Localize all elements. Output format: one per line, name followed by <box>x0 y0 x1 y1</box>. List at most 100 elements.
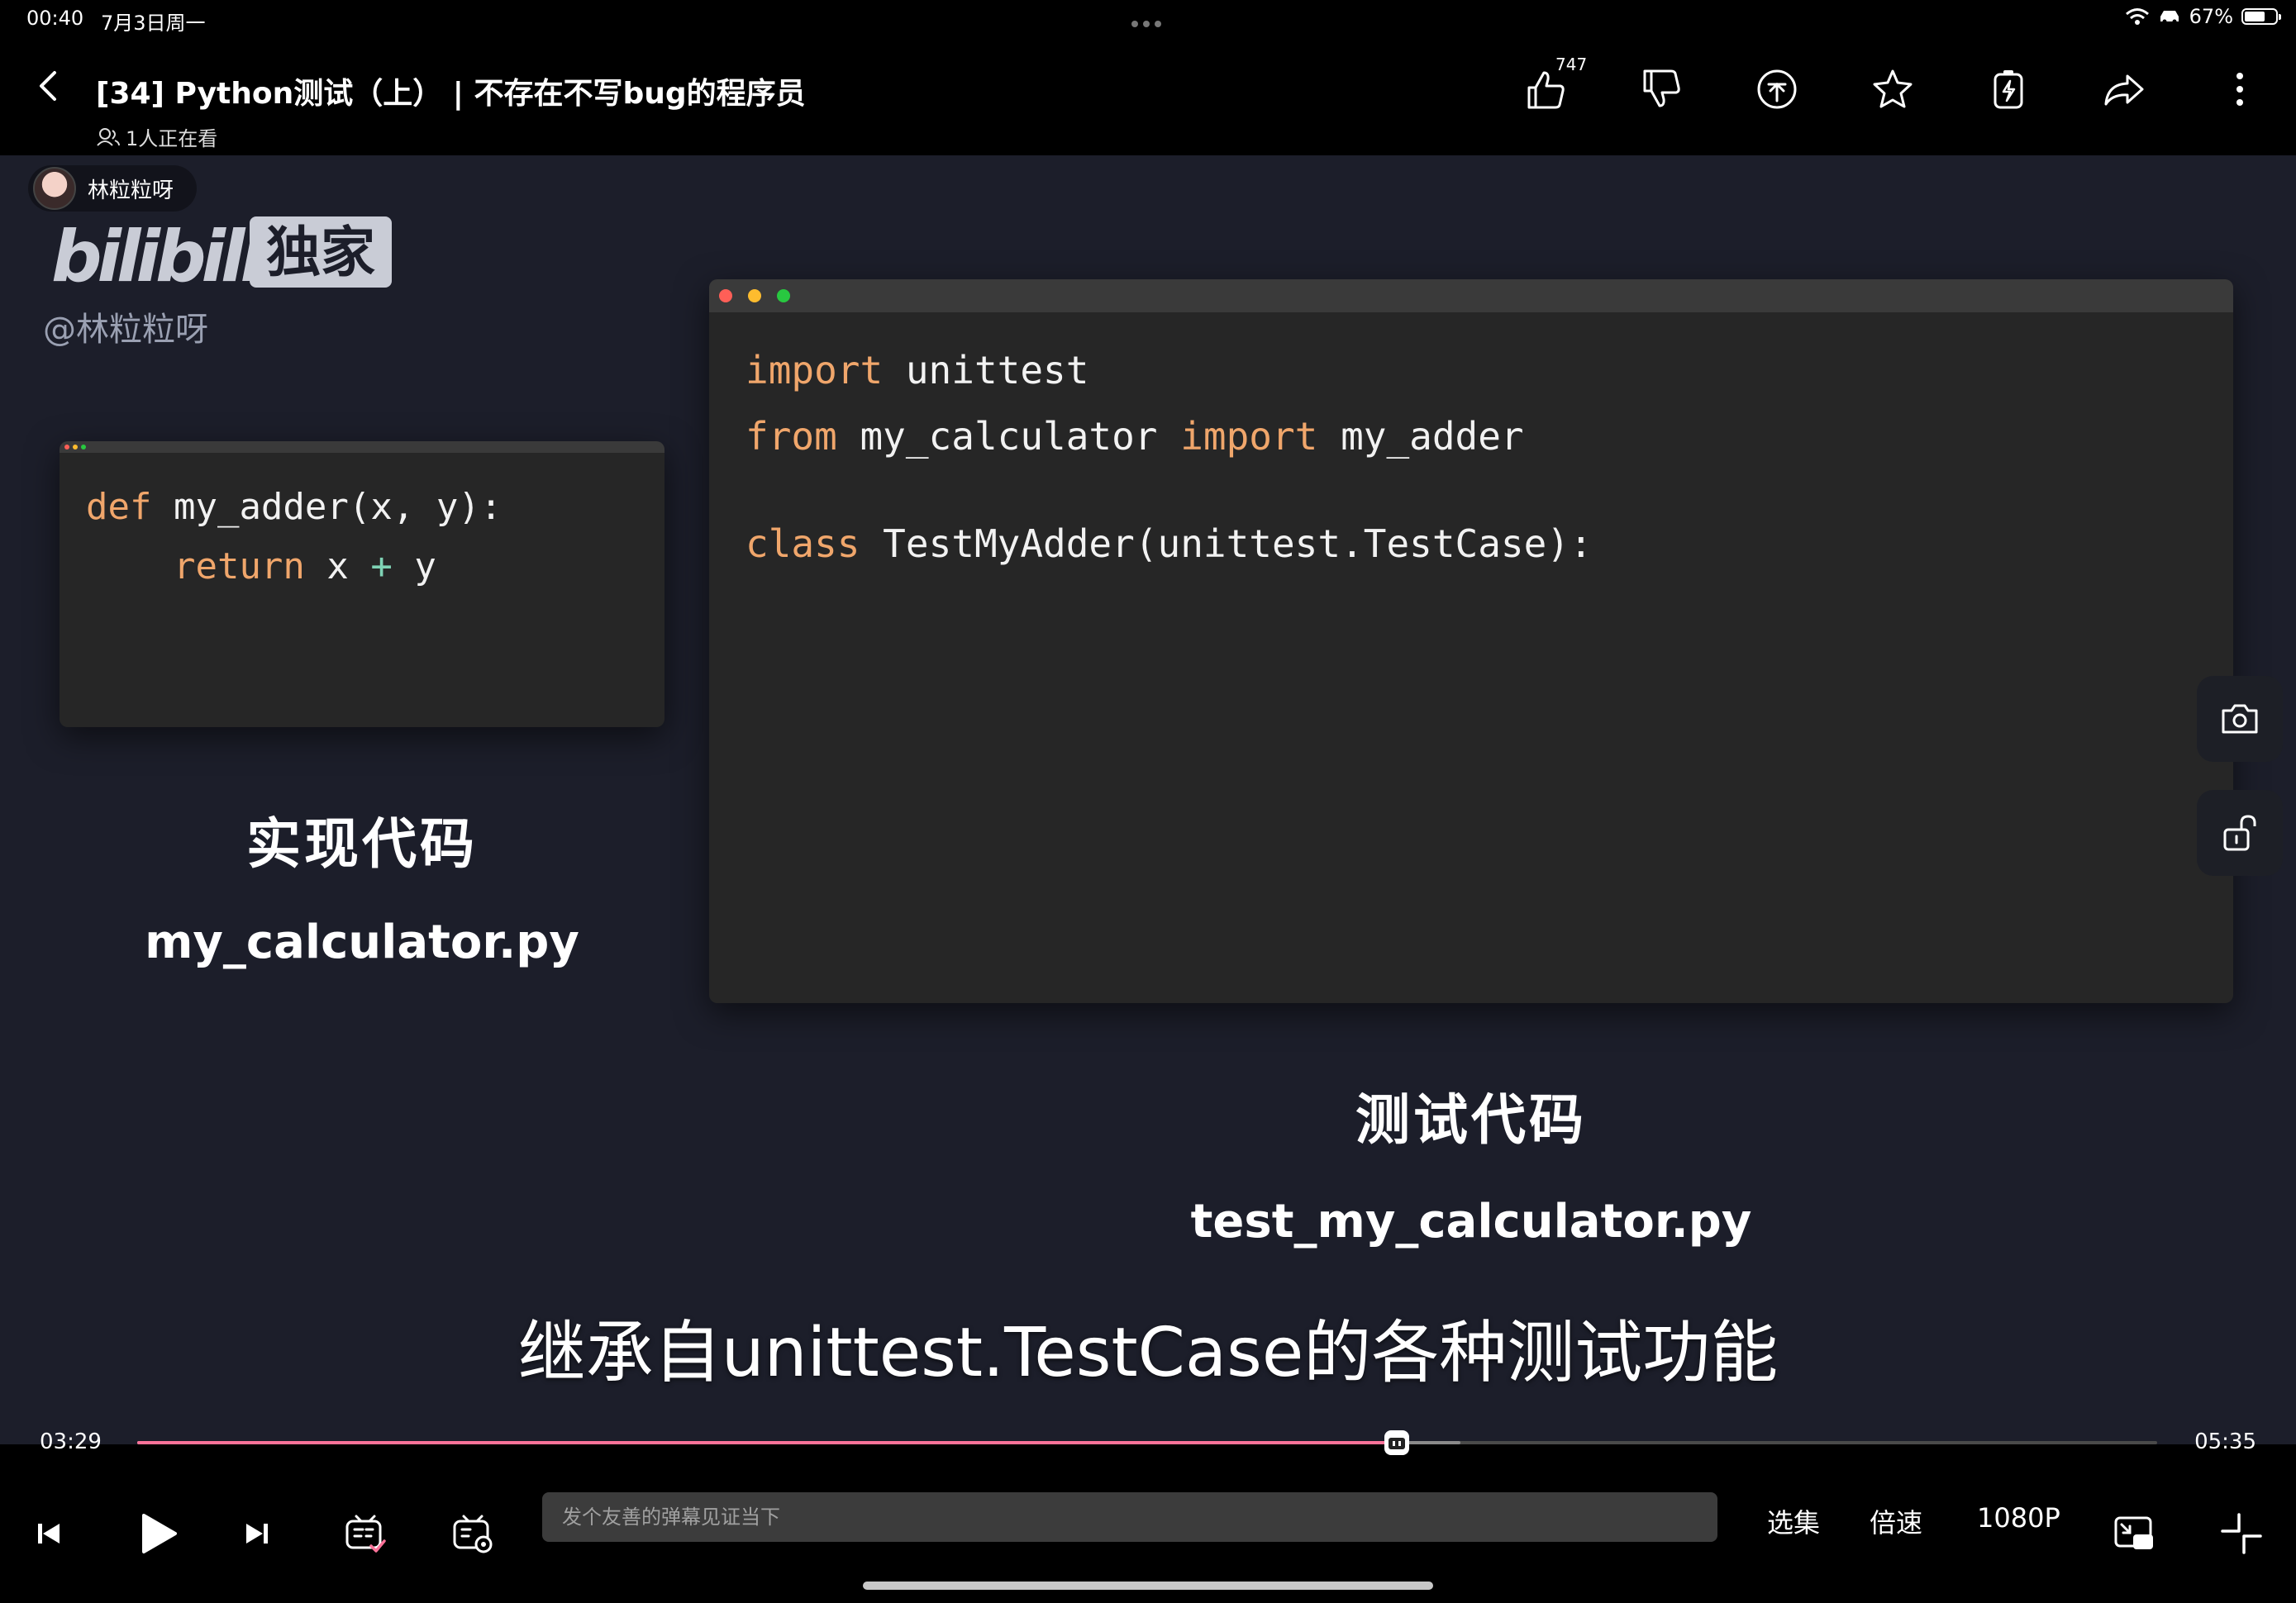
danmaku-toggle-button[interactable] <box>339 1507 392 1560</box>
bilibili-logo-text: bilibili <box>51 216 266 296</box>
quality-button[interactable]: 1080P <box>1977 1502 2060 1534</box>
charge-icon <box>1994 70 2023 109</box>
code-keyword: def <box>86 486 152 528</box>
code-keyword: import <box>1180 414 1318 459</box>
code-text: y <box>392 545 436 587</box>
coin-icon <box>1757 69 1797 109</box>
dislike-button[interactable] <box>1631 59 1691 119</box>
current-time: 03:29 <box>40 1429 102 1454</box>
dislike-icon <box>1643 69 1680 107</box>
speed-button[interactable]: 倍速 <box>1870 1502 1922 1540</box>
danmaku-on-icon <box>345 1515 386 1553</box>
code-line: def my_adder(x, y): <box>86 478 502 537</box>
video-subtitle: 继承自unittest.TestCase的各种测试功能 <box>517 1314 1779 1392</box>
code-line: import unittest <box>745 337 1593 403</box>
skip-previous-icon <box>38 1524 60 1544</box>
progress-thumb[interactable] <box>1384 1430 1409 1455</box>
code-text: x <box>304 545 371 587</box>
player-controls: 选集 倍速 1080P <box>0 1479 2296 1603</box>
battery-percent: 67% <box>2189 5 2233 28</box>
uploader-name: 林粒粒呀 <box>88 178 174 203</box>
home-indicator[interactable] <box>863 1582 1433 1590</box>
code-text: my_adder(x, y): <box>151 486 503 528</box>
lock-icon <box>2223 815 2256 851</box>
code-window-left: def my_adder(x, y): return x + y <box>60 441 665 727</box>
window-titlebar <box>709 279 2233 312</box>
avatar <box>33 167 76 210</box>
more-button[interactable] <box>2210 59 2270 119</box>
lock-screen-button[interactable] <box>2197 790 2283 876</box>
implementation-heading: 实现代码 <box>246 812 478 876</box>
share-button[interactable] <box>2094 59 2154 119</box>
exclusive-badge-text: 独家 <box>266 221 375 284</box>
viewers-count: 1人正在看 <box>96 122 217 151</box>
implementation-filename: my_calculator.py <box>145 916 579 969</box>
video-title: [34] Python测试（上） | 不存在不写bug的程序员 <box>96 77 806 111</box>
code-text: my_adder <box>1317 414 1524 459</box>
code-line: from my_calculator import my_adder <box>745 403 1593 469</box>
zoom-dot-icon <box>81 445 86 450</box>
screenshot-button[interactable] <box>2197 676 2283 762</box>
tv-thumb-icon <box>1388 1438 1405 1449</box>
code-block-left: def my_adder(x, y): return x + y <box>86 478 502 597</box>
test-filename: test_my_calculator.py <box>1190 1195 1752 1249</box>
episodes-button[interactable]: 选集 <box>1767 1502 1820 1540</box>
favorite-button[interactable] <box>1863 59 1922 119</box>
progress-area: 03:29 05:35 <box>0 1405 2296 1479</box>
back-button[interactable] <box>26 63 73 109</box>
coin-button[interactable] <box>1747 59 1807 119</box>
code-line: class TestMyAdder(unittest.TestCase): <box>745 511 1593 577</box>
video-frame[interactable]: 林粒粒呀 bilibili 独家 @林粒粒呀 def my_adder(x, y… <box>0 155 2296 1444</box>
zoom-dot-icon <box>777 289 790 302</box>
bilibili-logo: bilibili 独家 <box>51 216 392 296</box>
code-keyword: class <box>745 521 860 566</box>
viewers-icon <box>97 127 120 146</box>
play-icon <box>142 1514 177 1553</box>
picture-in-picture-button[interactable] <box>2108 1507 2160 1560</box>
car-icon <box>2160 11 2179 24</box>
minimize-dot-icon <box>73 445 78 450</box>
code-text: my_calculator <box>836 414 1181 459</box>
danmaku-input[interactable] <box>542 1492 1717 1542</box>
chevron-left-icon <box>40 71 56 101</box>
window-titlebar <box>60 441 665 453</box>
status-date: 7月3日周一 <box>101 12 206 35</box>
multitasking-dots-icon[interactable] <box>1129 15 1164 31</box>
share-icon <box>2104 74 2144 106</box>
status-right: 67% <box>2125 5 2281 28</box>
favorite-icon <box>1873 69 1913 108</box>
test-heading: 测试代码 <box>1355 1088 1587 1152</box>
battery-icon <box>2241 8 2281 25</box>
wifi-icon <box>2125 8 2149 25</box>
viewers-text: 1人正在看 <box>126 127 218 150</box>
uploader-watermark: @林粒粒呀 <box>43 311 208 349</box>
previous-button[interactable] <box>21 1507 74 1560</box>
play-button[interactable] <box>124 1501 190 1567</box>
next-button[interactable] <box>231 1507 284 1560</box>
code-keyword: from <box>745 414 837 459</box>
close-dot-icon <box>719 289 732 302</box>
picture-in-picture-icon <box>2114 1516 2153 1549</box>
code-keyword: return <box>173 545 305 587</box>
danmaku-settings-button[interactable] <box>446 1507 499 1560</box>
code-line: return x + y <box>86 537 502 597</box>
like-count: 747 <box>1555 55 1588 74</box>
progress-played <box>137 1441 1397 1444</box>
progress-bar[interactable] <box>137 1430 2157 1455</box>
code-window-right: import unittest from my_calculator import… <box>709 279 2233 1003</box>
player-top-bar: [34] Python测试（上） | 不存在不写bug的程序员 1人正在看 74… <box>0 40 2296 155</box>
code-text: TestMyAdder(unittest.TestCase): <box>860 521 1593 566</box>
skip-next-icon <box>246 1524 268 1544</box>
code-text: unittest <box>883 348 1089 392</box>
danmaku-settings-icon <box>453 1515 493 1553</box>
charge-button[interactable] <box>1979 59 2038 119</box>
exit-fullscreen-button[interactable] <box>2215 1507 2268 1560</box>
code-keyword: import <box>745 348 884 392</box>
code-block-right: import unittest from my_calculator import… <box>745 337 1593 577</box>
more-icon <box>2236 73 2243 106</box>
code-operator: + <box>370 545 393 587</box>
minimize-dot-icon <box>748 289 761 302</box>
status-bar: 00:40 7月3日周一 67% <box>0 0 2296 40</box>
